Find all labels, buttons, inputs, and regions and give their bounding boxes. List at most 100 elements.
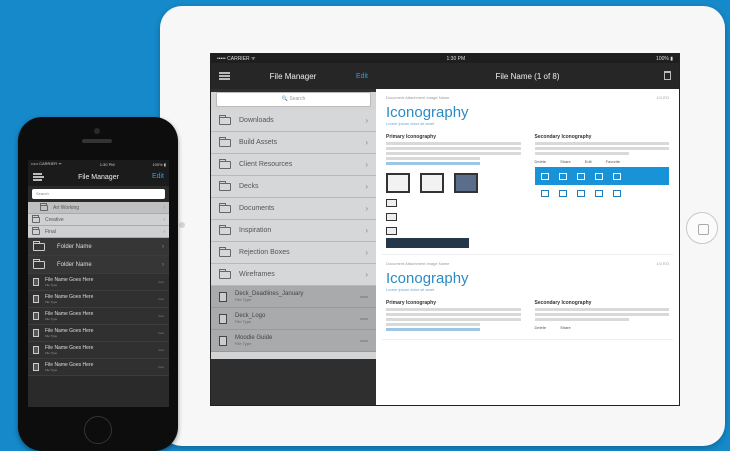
- file-row[interactable]: File Name Goes Here File Type xxxx: [28, 274, 169, 291]
- folder-row[interactable]: Decks ›: [211, 176, 376, 198]
- folder-row[interactable]: Final ›: [28, 226, 169, 238]
- file-type: File Type: [45, 283, 58, 287]
- card-header: Document Attachment Image Name 1/1 EO: [386, 261, 669, 266]
- folder-row[interactable]: Build Assets ›: [211, 132, 376, 154]
- folder-row[interactable]: Creative ›: [28, 214, 169, 226]
- ipad-home-button[interactable]: [686, 212, 718, 244]
- edit-button[interactable]: Edit: [152, 173, 164, 180]
- file-text: File Name Goes Here File Type: [45, 362, 93, 372]
- chevron-right-icon: ›: [162, 261, 164, 268]
- folder-row[interactable]: Client Resources ›: [211, 154, 376, 176]
- chevron-right-icon: ›: [162, 243, 164, 250]
- text-line: [534, 318, 629, 321]
- folder-row[interactable]: Rejection Boxes ›: [211, 242, 376, 264]
- search-input[interactable]: Search: [32, 189, 165, 199]
- folder-label: Build Assets: [239, 139, 278, 146]
- iphone-status-bar: ••••• CARRIER ᯤ 1:30 PM 100% ▮: [28, 160, 169, 168]
- clock: 1:30 PM: [446, 55, 466, 62]
- edit-button[interactable]: Edit: [356, 73, 368, 80]
- action-delete[interactable]: Delete: [535, 159, 547, 164]
- more-icon[interactable]: [612, 172, 621, 180]
- file-type: File Type: [45, 351, 58, 355]
- folder-row[interactable]: Documents ›: [211, 198, 376, 220]
- more-icon[interactable]: [612, 190, 621, 197]
- chevron-right-icon: ›: [365, 182, 368, 191]
- search-input[interactable]: 🔍 Search: [216, 92, 371, 107]
- secondary-heading: Secondary Iconography: [534, 300, 592, 306]
- file-row[interactable]: File Name Goes Here File Type xxxx: [28, 325, 169, 342]
- progress-bar: [386, 238, 470, 248]
- iphone-title: File Manager: [78, 173, 119, 181]
- phone-icon[interactable]: [558, 190, 567, 197]
- file-size: xxxx: [360, 338, 368, 343]
- secondary-column: Secondary Iconography Delete Share Edit Favo…: [534, 134, 669, 248]
- file-row[interactable]: Deck_Deadlines_January File Type xxxx: [211, 286, 376, 308]
- file-row[interactable]: File Name Goes Here File Type xxxx: [28, 342, 169, 359]
- action-edit[interactable]: Edit: [585, 159, 592, 164]
- folder-icon: [219, 202, 231, 213]
- folder-label: Decks: [239, 183, 259, 190]
- folder-label: Folder Name: [57, 261, 92, 268]
- action-share[interactable]: Share: [560, 159, 571, 164]
- folder-row[interactable]: Art Working ›: [28, 202, 169, 214]
- iphone-navbar: File Manager Edit: [28, 168, 169, 186]
- folder-icon: [219, 158, 231, 169]
- secondary-heading: Secondary Iconography: [534, 134, 592, 140]
- card-subtitle: Lorem ipsum dolor sit amet: [386, 287, 435, 292]
- action-delete[interactable]: Delete: [535, 325, 547, 330]
- folder-icon: [33, 258, 45, 269]
- file-icon: [33, 278, 39, 286]
- folder-icon: [219, 268, 231, 279]
- call-icon[interactable]: [594, 172, 603, 180]
- small-icon-row: [386, 199, 521, 207]
- iphone-device: ••••• CARRIER ᯤ 1:30 PM 100% ▮ File Mana…: [18, 117, 178, 451]
- action-share[interactable]: Share: [560, 325, 571, 330]
- phone-icon[interactable]: [558, 172, 567, 180]
- action-favorite[interactable]: Favorite: [606, 159, 620, 164]
- file-text: File Name Goes Here File Type: [45, 277, 93, 287]
- ipad-camera: [179, 222, 185, 228]
- folder-icon: [219, 224, 231, 235]
- primary-column: Primary Iconography: [386, 134, 521, 248]
- tv-icon[interactable]: [540, 172, 549, 180]
- large-icons-row: [386, 173, 521, 193]
- mail-icon[interactable]: [576, 190, 585, 197]
- iphone-home-button[interactable]: [84, 416, 112, 444]
- folder-row[interactable]: Downloads ›: [211, 110, 376, 132]
- file-size: xxxx: [158, 331, 164, 335]
- primary-heading: Primary Iconography: [386, 300, 437, 306]
- secondary-column: Secondary Iconography Delete Share: [534, 300, 669, 333]
- folder-row[interactable]: Folder Name ›: [28, 238, 169, 256]
- file-row[interactable]: File Name Goes Here File Type xxxx: [28, 308, 169, 325]
- call-icon[interactable]: [594, 190, 603, 197]
- file-icon: [33, 312, 39, 320]
- text-line: [386, 323, 481, 326]
- file-type: File Type: [235, 340, 252, 346]
- file-row[interactable]: File Name Goes Here File Type xxxx: [28, 291, 169, 308]
- clock: 1:30 PM: [99, 161, 115, 167]
- file-row[interactable]: File Name Goes Here File Type xxxx: [28, 359, 169, 376]
- file-row[interactable]: Moodie Guide File Type xxxx: [211, 330, 376, 352]
- file-size: xxxx: [360, 316, 368, 321]
- small-icon-row: [386, 227, 521, 235]
- folder-row[interactable]: Wireframes ›: [211, 264, 376, 286]
- folder-label: Documents: [239, 205, 275, 212]
- text-line: [534, 308, 669, 311]
- file-row[interactable]: Deck_Logo File Type xxxx: [211, 308, 376, 330]
- trash-icon[interactable]: [664, 71, 671, 80]
- document-card: Document Attachment Image Name 1/1 EO Icon…: [382, 89, 673, 255]
- file-text: File Name Goes Here File Type: [45, 294, 93, 304]
- menu-icon[interactable]: [33, 173, 44, 181]
- tv-icon[interactable]: [540, 190, 549, 197]
- folder-row[interactable]: Inspiration ›: [211, 220, 376, 242]
- file-text: File Name Goes Here File Type: [45, 345, 93, 355]
- file-text: Deck_Logo File Type: [235, 313, 265, 325]
- folder-row[interactable]: Folder Name ›: [28, 256, 169, 274]
- card-subtitle: Lorem ipsum dolor sit amet: [386, 121, 435, 126]
- mail-icon[interactable]: [576, 172, 585, 180]
- menu-icon[interactable]: [219, 72, 230, 80]
- chevron-right-icon: ›: [365, 226, 368, 235]
- folder-label: Creative: [45, 216, 64, 223]
- text-line: [386, 318, 521, 321]
- file-icon: [33, 363, 39, 371]
